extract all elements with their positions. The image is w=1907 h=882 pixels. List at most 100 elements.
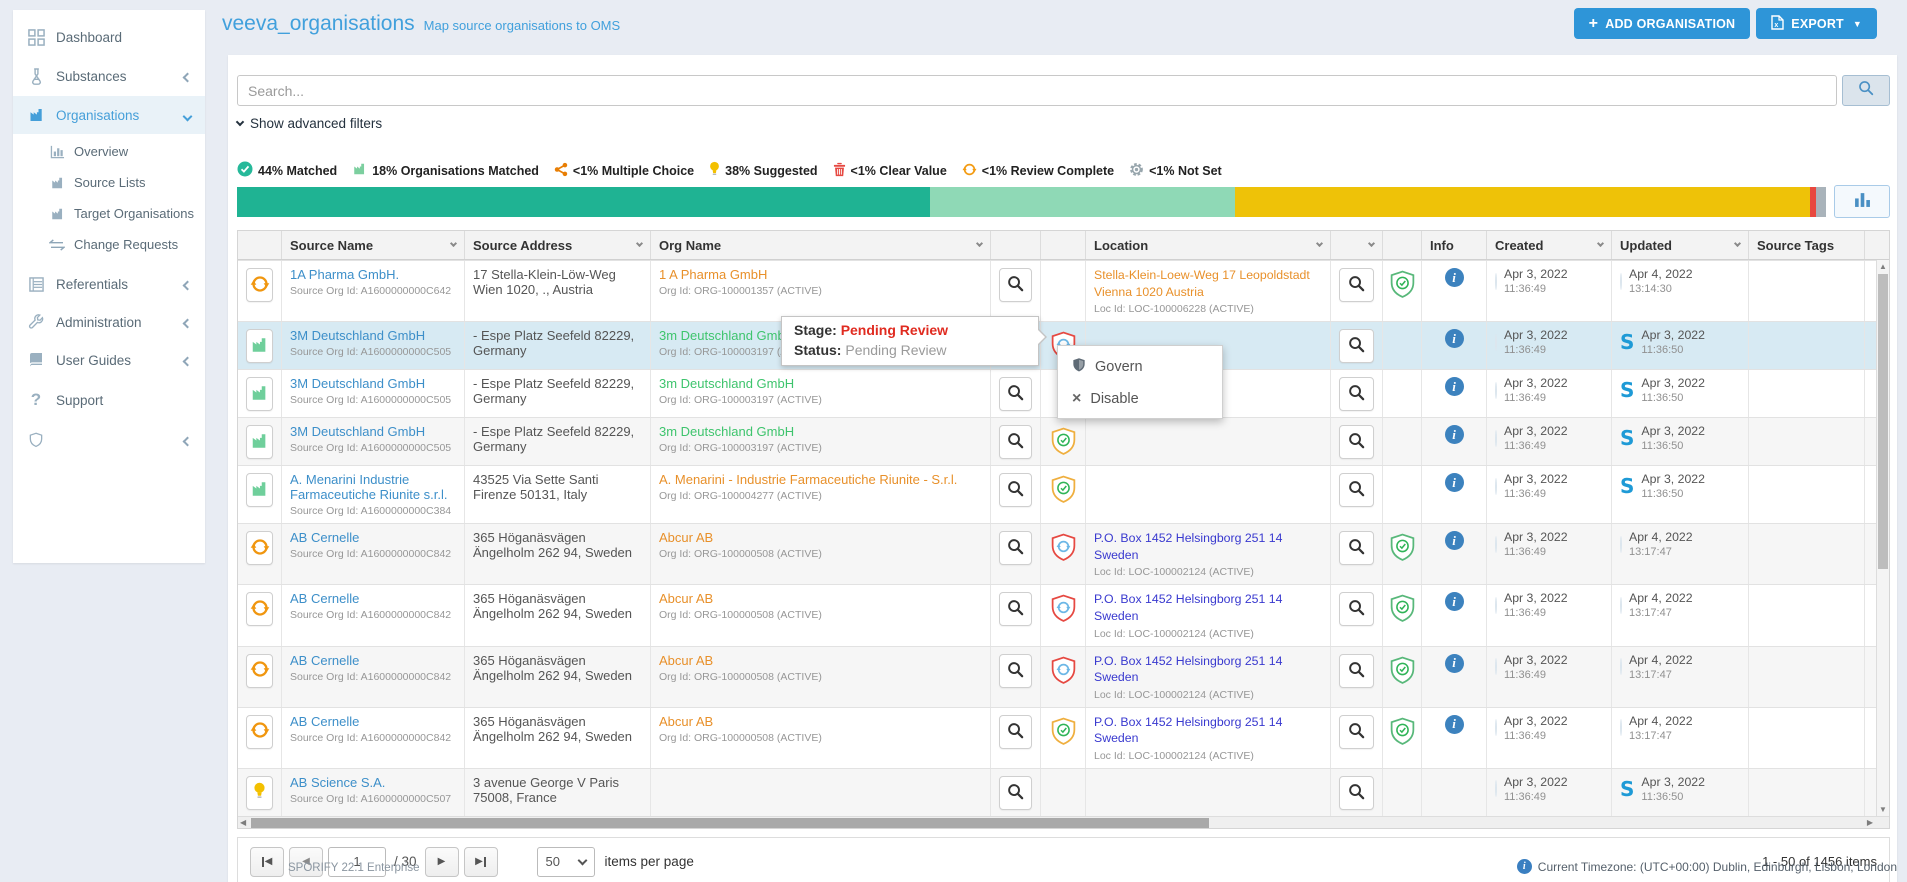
horizontal-scrollbar[interactable]: ◀ ▶ [238,816,1889,828]
scroll-right-icon[interactable]: ▶ [1867,817,1873,829]
location-shield-icon[interactable] [1389,656,1416,688]
scroll-left-icon[interactable]: ◀ [240,817,246,829]
source-name-link[interactable]: A. Menarini Industrie Farmaceutiche Riun… [290,472,448,502]
source-name-link[interactable]: AB Cernelle [290,714,359,729]
sort-chevron-icon[interactable] [1734,240,1741,247]
column-header-created[interactable]: Created [1487,231,1612,259]
source-name-link[interactable]: 1A Pharma GmbH. [290,267,399,282]
org-shield-icon[interactable] [1050,427,1077,459]
row-status-button[interactable] [246,654,273,688]
org-search-button[interactable] [999,425,1032,459]
location-search-button[interactable] [1339,473,1374,507]
sidebar-item-source-lists[interactable]: Source Lists [13,167,205,198]
org-shield-icon[interactable] [1050,533,1077,565]
location-search-button[interactable] [1339,329,1374,363]
table-row[interactable]: 1A Pharma GmbH.Source Org Id: A160000000… [238,260,1889,321]
sidebar-item-substances[interactable]: Substances [13,57,205,96]
source-name-link[interactable]: 3M Deutschland GmbH [290,376,425,391]
location-search-button[interactable] [1339,377,1374,411]
info-icon[interactable]: i [1445,377,1464,396]
first-page-button[interactable]: ◀ [250,847,284,877]
location-shield-icon[interactable] [1389,717,1416,749]
row-status-button[interactable] [246,531,273,565]
sidebar-item-change-requests[interactable]: Change Requests [13,229,205,260]
org-shield-icon[interactable] [1050,475,1077,507]
sidebar-item-target-organisations[interactable]: Target Organisations [13,198,205,229]
org-search-button[interactable] [999,377,1032,411]
table-row[interactable]: AB Science S.A.Source Org Id: A160000000… [238,768,1889,816]
location-shield-icon[interactable] [1389,594,1416,626]
source-name-link[interactable]: AB Science S.A. [290,775,385,790]
sidebar-item-dashboard[interactable]: Dashboard [13,18,205,57]
org-search-button[interactable] [999,776,1032,810]
search-button[interactable] [1842,75,1890,106]
org-search-button[interactable] [999,268,1032,302]
info-icon[interactable]: i [1445,715,1464,734]
info-icon[interactable]: i [1445,473,1464,492]
sidebar-item-user-guides[interactable]: User Guides [13,341,205,379]
row-status-button[interactable] [246,329,273,363]
last-page-button[interactable]: ▶ [464,847,498,877]
export-button[interactable]: x EXPORT ▼ [1756,8,1877,39]
org-shield-icon[interactable] [1050,656,1077,688]
org-search-button[interactable] [999,654,1032,688]
org-search-button[interactable] [999,531,1032,565]
next-page-button[interactable]: ▶ [425,847,459,877]
chart-view-button[interactable] [1834,185,1890,218]
source-name-link[interactable]: 3M Deutschland GmbH [290,424,425,439]
sidebar-item-organisations[interactable]: Organisations [13,96,205,134]
location-search-button[interactable] [1339,776,1374,810]
sort-chevron-icon[interactable] [636,240,643,247]
vertical-scroll-thumb[interactable] [1878,274,1888,569]
sort-chevron-icon[interactable] [1368,240,1375,247]
org-search-button[interactable] [999,592,1032,626]
column-header-org-name[interactable]: Org Name [651,231,991,259]
sort-chevron-icon[interactable] [450,240,457,247]
source-name-link[interactable]: AB Cernelle [290,591,359,606]
row-status-button[interactable] [246,592,273,626]
sort-chevron-icon[interactable] [1316,240,1323,247]
sidebar-item-referentials[interactable]: Referentials [13,266,205,303]
per-page-select[interactable]: 50 [537,847,595,877]
sort-chevron-icon[interactable] [1597,240,1604,247]
show-advanced-filters-link[interactable]: Show advanced filters [237,116,457,131]
add-organisation-button[interactable]: + ADD ORGANISATION [1574,8,1751,39]
source-name-link[interactable]: AB Cernelle [290,530,359,545]
info-icon[interactable]: i [1445,531,1464,550]
table-row[interactable]: AB CernelleSource Org Id: A1600000000C84… [238,523,1889,584]
info-icon[interactable]: i [1445,268,1464,287]
scroll-up-icon[interactable]: ▲ [1877,262,1889,271]
source-name-link[interactable]: AB Cernelle [290,653,359,668]
org-shield-icon[interactable] [1050,717,1077,749]
location-search-button[interactable] [1339,268,1374,302]
sidebar-item-administration[interactable]: Administration [13,303,205,341]
location-shield-icon[interactable] [1389,533,1416,565]
info-icon[interactable]: i [1445,654,1464,673]
info-icon[interactable]: i [1445,329,1464,348]
column-header[interactable] [1331,231,1383,259]
location-search-button[interactable] [1339,715,1374,749]
column-header-updated[interactable]: Updated [1612,231,1749,259]
org-shield-icon[interactable] [1050,594,1077,626]
row-status-button[interactable] [246,776,273,810]
sort-chevron-icon[interactable] [976,240,983,247]
info-icon[interactable]: i [1445,425,1464,444]
sidebar-item-policies[interactable] [13,421,205,459]
location-shield-icon[interactable] [1389,270,1416,302]
source-name-link[interactable]: 3M Deutschland GmbH [290,328,425,343]
org-search-button[interactable] [999,715,1032,749]
table-row[interactable]: AB CernelleSource Org Id: A1600000000C84… [238,646,1889,707]
search-input[interactable] [237,75,1837,106]
location-search-button[interactable] [1339,654,1374,688]
row-status-button[interactable] [246,425,273,459]
menu-item-disable[interactable]: × Disable [1058,384,1222,414]
table-row[interactable]: AB CernelleSource Org Id: A1600000000C84… [238,707,1889,768]
row-status-button[interactable] [246,268,273,302]
sidebar-item-overview[interactable]: Overview [13,136,205,167]
row-status-button[interactable] [246,715,273,749]
location-search-button[interactable] [1339,531,1374,565]
sidebar-item-support[interactable]: ? Support [13,379,205,421]
vertical-scrollbar[interactable]: ▲ ▼ [1876,260,1889,816]
row-status-button[interactable] [246,377,273,411]
org-search-button[interactable] [999,473,1032,507]
